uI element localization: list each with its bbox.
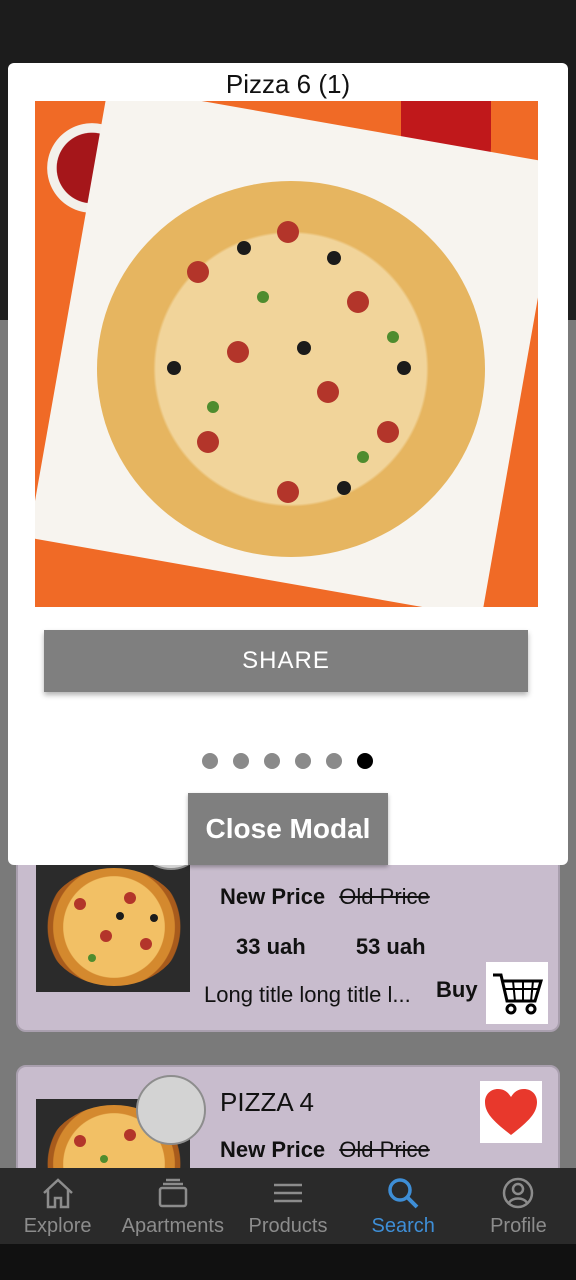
product-thumbnail	[36, 862, 190, 992]
profile-icon	[503, 1177, 534, 1208]
carousel-dot-active[interactable]	[357, 753, 373, 769]
nav-label: Explore	[23, 1214, 92, 1237]
buy-label[interactable]: Buy	[436, 977, 478, 1003]
close-modal-button[interactable]: Close Modal	[188, 793, 388, 865]
avatar-placeholder	[136, 1075, 206, 1145]
carousel-dot[interactable]	[202, 753, 218, 769]
cart-icon	[493, 973, 544, 1015]
pizza-image	[97, 181, 485, 557]
price-amounts: 33 uah 53 uah	[236, 934, 470, 960]
image-modal: Pizza 6 (1) SHARE Close Modal	[8, 63, 568, 865]
product-title: PIZZA 4	[220, 1087, 314, 1117]
nav-item-profile[interactable]: Profile	[461, 1168, 576, 1244]
heart-icon	[485, 1089, 537, 1135]
new-price-label: New Price	[220, 1137, 326, 1162]
apartments-icon	[158, 1178, 188, 1207]
old-price-label: Old Price	[339, 1137, 430, 1162]
new-price-label: New Price	[220, 884, 326, 909]
nav-label: Apartments	[121, 1214, 224, 1237]
product-description: Long title long title l...	[204, 982, 411, 1007]
system-navigation-bar	[0, 1244, 576, 1280]
carousel-dots	[202, 753, 373, 769]
carousel-dot[interactable]	[326, 753, 342, 769]
price-labels: New Price Old Price	[220, 1137, 430, 1163]
old-price-value: 53 uah	[355, 934, 426, 959]
nav-label: Search	[371, 1214, 435, 1237]
add-to-cart-button[interactable]	[486, 962, 548, 1024]
nav-item-explore[interactable]: Explore	[0, 1168, 115, 1244]
price-labels: New Price Old Price	[220, 884, 430, 910]
carousel-dot[interactable]	[233, 753, 249, 769]
pizza-image	[44, 868, 184, 986]
carousel-dot[interactable]	[264, 753, 280, 769]
nav-item-products[interactable]: Products	[230, 1168, 345, 1244]
modal-title: Pizza 6 (1)	[225, 69, 351, 99]
menu-icon	[274, 1183, 302, 1202]
share-button[interactable]: SHARE	[44, 630, 528, 692]
new-price-value: 33 uah	[236, 934, 306, 959]
old-price-label: Old Price	[339, 884, 430, 909]
carousel-dot[interactable]	[295, 753, 311, 769]
favorite-button[interactable]	[480, 1081, 542, 1143]
product-card[interactable]: PIZZA 4 New Price Old Price	[16, 1065, 560, 1168]
bottom-navigation: Explore Apartments Products Search Profi…	[0, 1168, 576, 1244]
nav-label: Products	[248, 1214, 328, 1237]
nav-item-search[interactable]: Search	[346, 1168, 461, 1244]
search-icon	[388, 1177, 419, 1208]
home-icon	[42, 1177, 73, 1208]
nav-item-apartments[interactable]: Apartments	[115, 1168, 230, 1244]
pizza-photo[interactable]	[35, 101, 538, 607]
nav-label: Profile	[490, 1214, 547, 1237]
